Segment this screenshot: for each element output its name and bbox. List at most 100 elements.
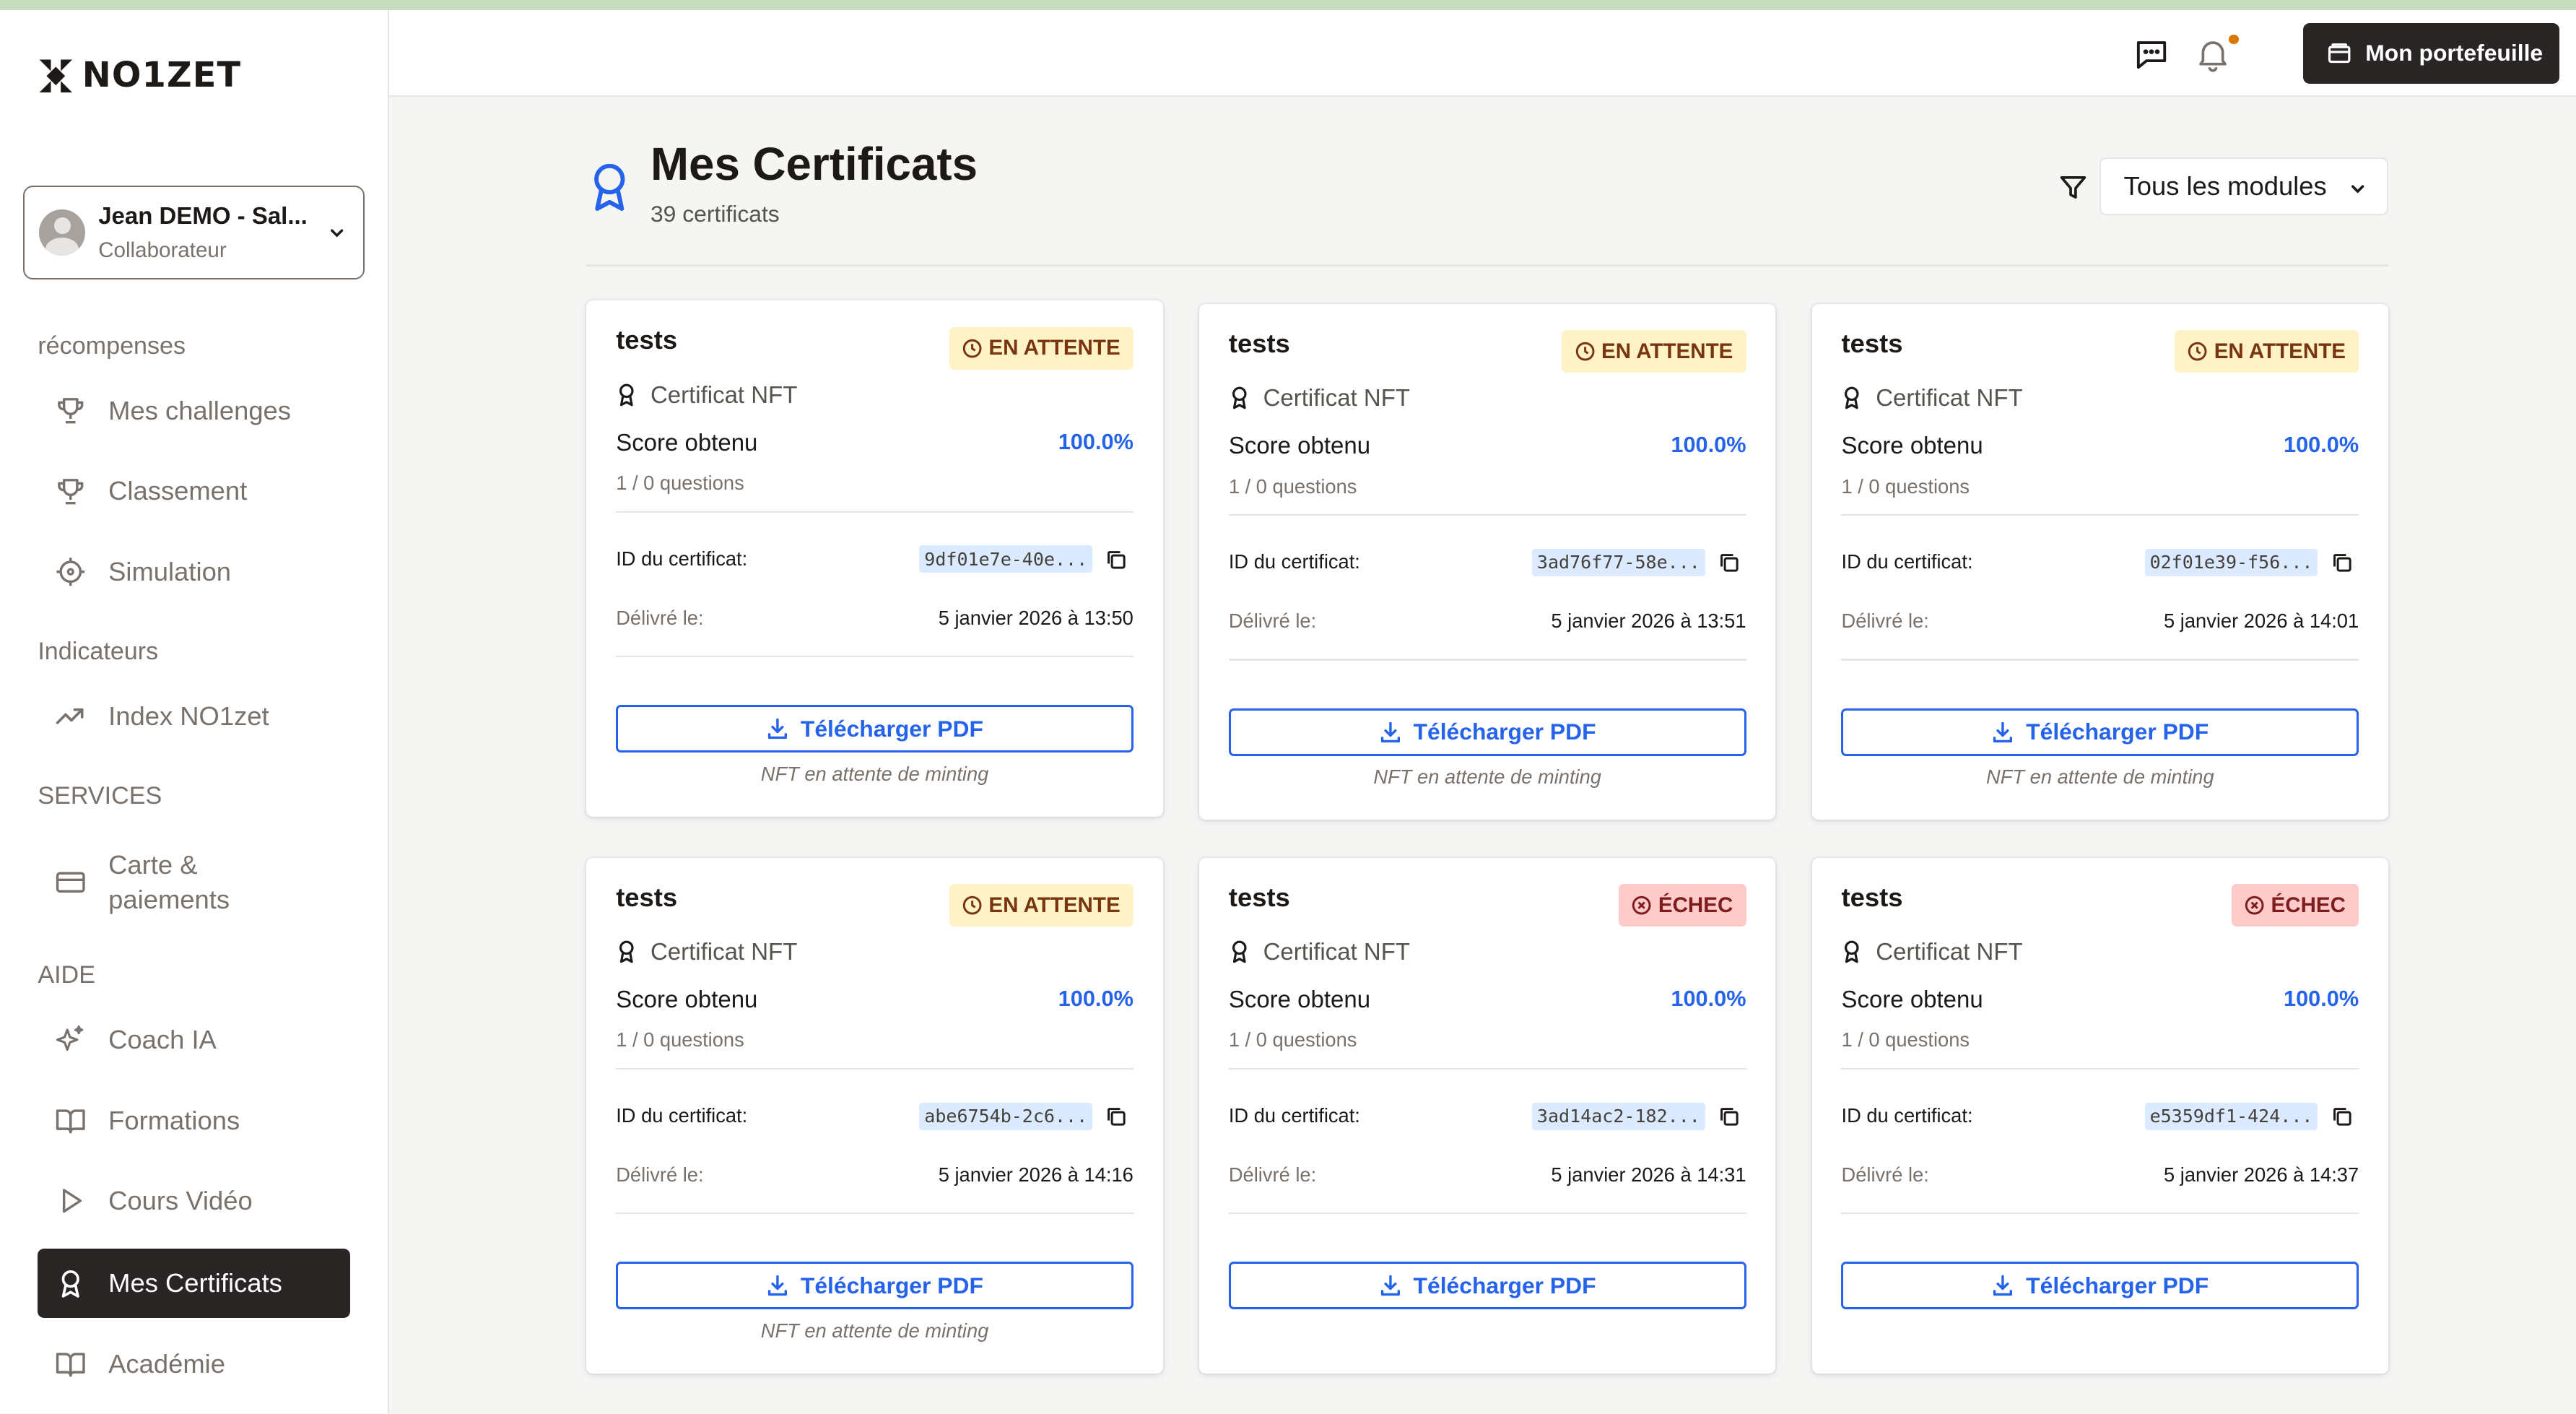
issued-date-label: Délivré le: <box>1841 610 1929 633</box>
download-pdf-button[interactable]: Télécharger PDF <box>616 705 1133 753</box>
sidebar-item-label: Simulation <box>108 556 232 586</box>
clock-icon <box>1575 342 1595 361</box>
certificate-id-value: e5359df1-424... <box>2144 1102 2318 1130</box>
award-icon <box>61 1270 79 1298</box>
minting-note: NFT en attente de minting <box>760 1319 989 1342</box>
status-label: EN ATTENTE <box>2214 339 2346 363</box>
issued-date-label: Délivré le: <box>1841 1163 1929 1186</box>
chevron-down-icon <box>2351 185 2364 194</box>
certificate-id-value: 9df01e7e-40e... <box>919 545 1092 573</box>
sidebar-item-label: Mes Certificats <box>108 1268 282 1298</box>
certificate-type: Certificat NFT <box>616 381 797 409</box>
sidebar-item-formations[interactable]: Formations <box>38 1086 349 1155</box>
issued-date-label: Délivré le: <box>1228 610 1317 633</box>
bell-icon[interactable] <box>2195 36 2231 72</box>
sidebar-item-carte-paiements[interactable]: Carte & paiements <box>38 840 349 925</box>
issued-date-label: Délivré le: <box>616 606 704 629</box>
clock-icon <box>962 339 982 358</box>
certificate-type-label: Certificat NFT <box>650 938 798 966</box>
certificate-id-value: 3ad76f77-58e... <box>1532 548 1705 576</box>
certificate-type: Certificat NFT <box>616 938 797 966</box>
copy-icon[interactable] <box>1105 1106 1127 1127</box>
clock-icon <box>2188 342 2207 361</box>
download-pdf-label: Télécharger PDF <box>2026 719 2209 745</box>
certificate-type: Certificat NFT <box>1841 938 2023 966</box>
top-header: Mon portefeuille <box>389 9 2576 97</box>
divider <box>616 655 1133 658</box>
copy-icon[interactable] <box>1718 552 1740 573</box>
trending-up-icon <box>56 708 84 724</box>
minting-note: NFT en attente de minting <box>1986 765 2214 789</box>
certificate-id-label: ID du certificat: <box>1841 1103 1973 1127</box>
sidebar-item-coach-ia[interactable]: Coach IA <box>38 1005 349 1075</box>
download-pdf-button[interactable]: Télécharger PDF <box>1228 708 1746 756</box>
score-label: Score obtenu <box>1841 432 1983 459</box>
sidebar-item-label: Mes challenges <box>108 395 291 425</box>
sidebar-item-mes-certificats[interactable]: Mes Certificats <box>38 1249 350 1318</box>
issued-date-value: 5 janvier 2026 à 14:31 <box>1551 1163 1746 1186</box>
brand-logo[interactable]: NO1ZET <box>36 56 241 95</box>
download-pdf-button[interactable]: Télécharger PDF <box>1228 1262 1746 1310</box>
sidebar-item-label: Index NO1zet <box>108 701 269 732</box>
divider <box>1841 659 2359 661</box>
certificate-card: tests ÉCHEC Certificat NFT Score obtenu 100.… <box>1198 857 1776 1374</box>
message-icon[interactable] <box>2133 36 2170 72</box>
certificate-card: tests EN ATTENTE Certificat NFT Score obten… <box>586 857 1163 1374</box>
download-icon <box>1993 1275 2013 1296</box>
issued-date-value: 5 janvier 2026 à 13:50 <box>938 606 1133 629</box>
section-title-services: SERVICES <box>38 781 162 810</box>
trophy-icon <box>58 478 84 504</box>
module-filter-select[interactable]: Tous les modules <box>2099 157 2389 216</box>
status-badge: ÉCHEC <box>1619 884 1746 927</box>
certificate-title: tests <box>1228 329 1290 359</box>
page-title: Mes Certificats <box>650 139 978 191</box>
status-label: EN ATTENTE <box>1601 339 1733 363</box>
download-pdf-button[interactable]: Télécharger PDF <box>616 1262 1133 1310</box>
certificate-type: Certificat NFT <box>1841 384 2023 412</box>
book-open-icon <box>56 1109 85 1134</box>
questions-count: 1 / 0 questions <box>1228 1028 1357 1051</box>
user-role: Collaborateur <box>98 238 227 262</box>
notification-dot <box>2229 34 2240 45</box>
download-pdf-label: Télécharger PDF <box>800 715 983 742</box>
questions-count: 1 / 0 questions <box>1841 474 1970 498</box>
sidebar-item-simulation[interactable]: Simulation <box>38 537 349 607</box>
score-label: Score obtenu <box>1228 986 1371 1013</box>
download-pdf-button[interactable]: Télécharger PDF <box>1841 708 2359 756</box>
sidebar-item-cours-video[interactable]: Cours Vidéo <box>38 1166 349 1236</box>
score-value: 100.0% <box>1671 432 1746 458</box>
status-badge: EN ATTENTE <box>949 884 1133 927</box>
status-badge: EN ATTENTE <box>949 326 1133 370</box>
copy-icon[interactable] <box>1718 1106 1740 1127</box>
award-icon <box>1232 386 1247 409</box>
wallet-button[interactable]: Mon portefeuille <box>2302 22 2559 84</box>
certificate-card: tests EN ATTENTE Certificat NFT Score obten… <box>1811 303 2389 820</box>
download-pdf-label: Télécharger PDF <box>1413 719 1596 745</box>
sidebar-item-mes-challenges[interactable]: Mes challenges <box>38 376 349 446</box>
sidebar-item-classement[interactable]: Classement <box>38 456 349 526</box>
sidebar-item-index[interactable]: Index NO1zet <box>38 682 349 751</box>
copy-icon[interactable] <box>2331 552 2353 573</box>
certificate-type-label: Certificat NFT <box>1263 384 1411 412</box>
user-switcher[interactable]: Jean DEMO - Sal... Collaborateur <box>22 186 365 279</box>
user-name: Jean DEMO - Sal... <box>98 202 308 230</box>
wallet-button-label: Mon portefeuille <box>2365 40 2544 66</box>
clock-icon <box>962 895 982 915</box>
score-value: 100.0% <box>1058 986 1133 1012</box>
trophy-icon <box>58 398 84 424</box>
score-label: Score obtenu <box>1228 432 1371 459</box>
sidebar-item-academie[interactable]: Académie <box>38 1330 349 1399</box>
copy-icon[interactable] <box>2331 1106 2353 1127</box>
issued-date-label: Délivré le: <box>1228 1163 1317 1186</box>
sidebar: NO1ZET Jean DEMO - Sal... Collaborateur … <box>0 9 390 1413</box>
issued-date-value: 5 janvier 2026 à 13:51 <box>1551 610 1746 633</box>
divider <box>1228 659 1746 661</box>
book-open-icon <box>56 1353 85 1377</box>
certificate-id-value: 02f01e39-f56... <box>2144 548 2318 576</box>
score-value: 100.0% <box>1671 986 1746 1012</box>
copy-icon[interactable] <box>1105 549 1127 571</box>
certificate-title: tests <box>1841 329 1903 359</box>
download-pdf-button[interactable]: Télécharger PDF <box>1841 1262 2359 1310</box>
award-icon <box>1232 940 1247 963</box>
certificate-type-label: Certificat NFT <box>1876 938 2023 966</box>
